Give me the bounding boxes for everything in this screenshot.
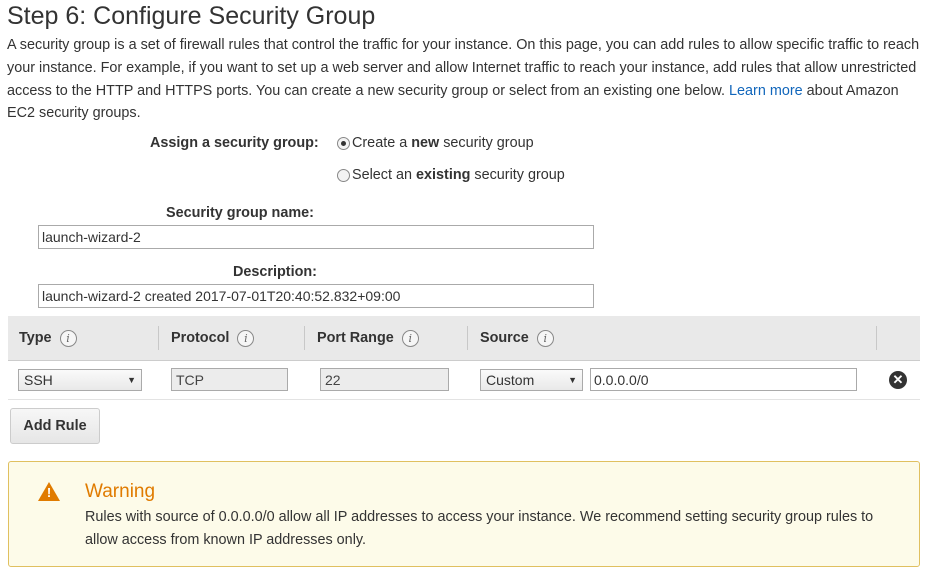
rule-port-range-field: 22 [320, 368, 449, 391]
radio-select-existing-security-group[interactable]: Select an existing security group [337, 167, 565, 183]
column-divider [467, 326, 468, 350]
info-icon[interactable]: i [536, 329, 554, 347]
column-divider [304, 326, 305, 350]
rules-table-header: Type i Protocol i Port Range i Source i [8, 316, 920, 361]
column-header-type: Type i [19, 316, 77, 360]
radio-button-unchecked[interactable] [337, 168, 350, 182]
rule-type-value: SSH [24, 372, 53, 388]
rule-source-mode: Custom [486, 372, 535, 388]
column-divider [158, 326, 159, 350]
radio-new-label: Create a new security group [352, 135, 534, 151]
learn-more-link[interactable]: Learn more [729, 83, 803, 99]
remove-rule-icon[interactable]: ✕ [889, 371, 907, 389]
dropdown-caret-icon: ▼ [127, 375, 136, 385]
info-icon[interactable]: i [401, 329, 419, 347]
radio-create-new-security-group[interactable]: Create a new security group [337, 135, 534, 151]
column-header-port-range: Port Range i [317, 316, 419, 360]
rule-source-select[interactable]: Custom ▼ [480, 369, 583, 391]
rule-protocol-field: TCP [171, 368, 288, 391]
page-title: Step 6: Configure Security Group [7, 2, 376, 30]
info-icon[interactable]: i [59, 329, 77, 347]
radio-existing-label: Select an existing security group [352, 167, 565, 183]
table-row-divider [8, 399, 920, 400]
description-label: Description: [233, 264, 317, 280]
dropdown-caret-icon: ▼ [568, 375, 577, 385]
security-group-name-label: Security group name: [166, 205, 314, 221]
security-group-name-input[interactable] [38, 225, 594, 249]
column-header-protocol: Protocol i [171, 316, 255, 360]
column-header-source: Source i [480, 316, 554, 360]
rule-type-select[interactable]: SSH ▼ [18, 369, 142, 391]
warning-icon-mark: ! [46, 485, 52, 500]
warning-text: Rules with source of 0.0.0.0/0 allow all… [85, 509, 874, 548]
radio-button-checked[interactable] [337, 136, 350, 150]
rule-source-cidr-input[interactable] [590, 368, 857, 391]
assign-security-group-label: Assign a security group: [150, 135, 319, 151]
info-icon[interactable]: i [237, 329, 255, 347]
description-input[interactable] [38, 284, 594, 308]
warning-title: Warning [85, 481, 156, 502]
intro-paragraph: A security group is a set of firewall ru… [7, 34, 927, 125]
column-divider [876, 326, 877, 350]
add-rule-button[interactable]: Add Rule [10, 408, 100, 444]
